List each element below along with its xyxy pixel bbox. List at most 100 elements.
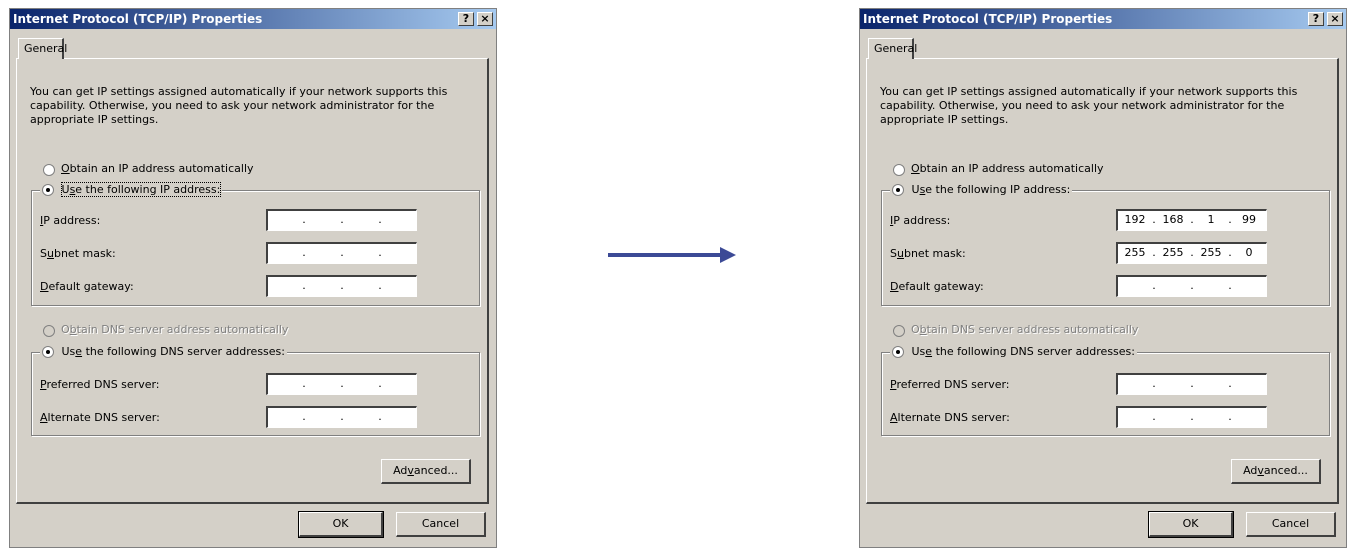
- ip-dot: .: [340, 246, 344, 259]
- advanced-button[interactable]: Advanced...: [1231, 459, 1321, 484]
- alternate-dns-label: Alternate DNS server:: [890, 411, 1010, 424]
- ip-dot: .: [302, 279, 306, 292]
- intro-text: You can get IP settings assigned automat…: [30, 85, 448, 126]
- subnet-mask-field[interactable]: 255. 255. 255. 0: [1116, 242, 1267, 264]
- ip-address-field[interactable]: 192. 168. 1. 99: [1116, 209, 1267, 231]
- arrow-head: [720, 247, 736, 263]
- ip-octet-4: 0: [1245, 246, 1253, 259]
- ip-octet-2: 255: [1162, 246, 1184, 259]
- ip-dot: .: [340, 377, 344, 390]
- ip-octet-2: 168: [1162, 213, 1184, 226]
- obtain-dns-auto-label[interactable]: Obtain DNS server address automatically: [911, 323, 1138, 337]
- use-following-dns-option: Use the following DNS server addresses:: [40, 345, 287, 358]
- ip-dot: .: [1190, 377, 1194, 390]
- ip-dot: .: [1228, 213, 1232, 226]
- ip-address-label: IP address:: [40, 214, 101, 227]
- tab-general-label: General: [874, 42, 918, 55]
- ip-dot: .: [378, 410, 382, 423]
- titlebar: Internet Protocol (TCP/IP) Properties ? …: [860, 9, 1346, 29]
- ip-dot: .: [302, 410, 306, 423]
- ip-address-label: IP address:: [890, 214, 951, 227]
- titlebar: Internet Protocol (TCP/IP) Properties ? …: [10, 9, 496, 29]
- alternate-dns-label: Alternate DNS server:: [40, 411, 160, 424]
- subnet-mask-label: Subnet mask:: [40, 247, 116, 260]
- ip-dot: .: [340, 213, 344, 226]
- obtain-ip-auto-radio[interactable]: [43, 164, 55, 176]
- ip-dot: .: [1190, 410, 1194, 423]
- ip-dot: .: [378, 246, 382, 259]
- ip-octet-4: 99: [1242, 213, 1256, 226]
- ip-octet-3: 255: [1200, 246, 1222, 259]
- ip-dot: .: [1152, 246, 1156, 259]
- alternate-dns-field[interactable]: . . .: [1116, 406, 1267, 428]
- use-following-dns-label[interactable]: Use the following DNS server addresses:: [912, 345, 1136, 358]
- intro-text: You can get IP settings assigned automat…: [880, 85, 1298, 126]
- ip-dot: .: [378, 377, 382, 390]
- ip-dot: .: [1152, 213, 1156, 226]
- help-button[interactable]: ?: [1308, 12, 1324, 26]
- obtain-ip-auto-label[interactable]: Obtain an IP address automatically: [911, 162, 1104, 176]
- obtain-ip-auto-label[interactable]: Obtain an IP address automatically: [61, 162, 254, 176]
- dialog-title: Internet Protocol (TCP/IP) Properties: [13, 12, 263, 26]
- ip-dot: .: [1228, 410, 1232, 423]
- ip-dot: .: [1190, 213, 1194, 226]
- ip-dot: .: [1190, 246, 1194, 259]
- preferred-dns-label: Preferred DNS server:: [40, 378, 160, 391]
- use-following-ip-option: Use the following IP address:: [890, 183, 1073, 196]
- ip-dot: .: [378, 213, 382, 226]
- obtain-dns-auto-label[interactable]: Obtain DNS server address automatically: [61, 323, 288, 337]
- close-button[interactable]: ×: [477, 12, 493, 26]
- obtain-dns-auto-radio[interactable]: [43, 325, 55, 337]
- advanced-button[interactable]: Advanced...: [381, 459, 471, 484]
- ip-dot: .: [340, 279, 344, 292]
- use-following-dns-radio[interactable]: [42, 346, 54, 358]
- arrow-shaft: [608, 253, 723, 257]
- dialog-title: Internet Protocol (TCP/IP) Properties: [863, 12, 1113, 26]
- preferred-dns-field[interactable]: . . .: [1116, 373, 1267, 395]
- ip-dot: .: [1190, 279, 1194, 292]
- help-button[interactable]: ?: [458, 12, 474, 26]
- ip-address-field[interactable]: . . .: [266, 209, 417, 231]
- dialog-after: Internet Protocol (TCP/IP) Properties ? …: [859, 8, 1347, 548]
- preferred-dns-label: Preferred DNS server:: [890, 378, 1010, 391]
- use-following-dns-radio[interactable]: [892, 346, 904, 358]
- default-gateway-field[interactable]: . . .: [1116, 275, 1267, 297]
- use-following-dns-option: Use the following DNS server addresses:: [890, 345, 1137, 358]
- ok-button[interactable]: OK: [298, 511, 384, 538]
- use-following-ip-option: Use the following IP address:: [40, 182, 223, 197]
- ok-button[interactable]: OK: [1148, 511, 1234, 538]
- cancel-button[interactable]: Cancel: [1246, 512, 1336, 537]
- default-gateway-field[interactable]: . . .: [266, 275, 417, 297]
- subnet-mask-field[interactable]: . . .: [266, 242, 417, 264]
- use-following-ip-label[interactable]: Use the following IP address:: [60, 182, 222, 197]
- ip-dot: .: [1228, 246, 1232, 259]
- default-gateway-label: Default gateway:: [40, 280, 134, 293]
- use-following-dns-label[interactable]: Use the following DNS server addresses:: [62, 345, 286, 358]
- ip-dot: .: [302, 246, 306, 259]
- ip-dot: .: [1152, 410, 1156, 423]
- ip-dot: .: [302, 377, 306, 390]
- preferred-dns-field[interactable]: . . .: [266, 373, 417, 395]
- tab-general-label: General: [24, 42, 68, 55]
- close-button[interactable]: ×: [1327, 12, 1343, 26]
- ip-dot: .: [1152, 377, 1156, 390]
- ip-dot: .: [1228, 279, 1232, 292]
- use-following-ip-radio[interactable]: [892, 184, 904, 196]
- use-following-ip-label[interactable]: Use the following IP address:: [912, 183, 1071, 196]
- obtain-ip-auto-radio[interactable]: [893, 164, 905, 176]
- ip-octet-1: 255: [1124, 246, 1146, 259]
- alternate-dns-field[interactable]: . . .: [266, 406, 417, 428]
- use-following-ip-radio[interactable]: [42, 184, 54, 196]
- dialog-before: Internet Protocol (TCP/IP) Properties ? …: [9, 8, 497, 548]
- subnet-mask-label: Subnet mask:: [890, 247, 966, 260]
- ip-dot: .: [1152, 279, 1156, 292]
- obtain-dns-auto-radio[interactable]: [893, 325, 905, 337]
- tab-general[interactable]: General: [868, 38, 918, 59]
- cancel-button[interactable]: Cancel: [396, 512, 486, 537]
- ip-dot: .: [378, 279, 382, 292]
- tab-general[interactable]: General: [18, 38, 68, 59]
- ip-dot: .: [1228, 377, 1232, 390]
- ip-octet-1: 192: [1124, 213, 1146, 226]
- ip-octet-3: 1: [1207, 213, 1215, 226]
- default-gateway-label: Default gateway:: [890, 280, 984, 293]
